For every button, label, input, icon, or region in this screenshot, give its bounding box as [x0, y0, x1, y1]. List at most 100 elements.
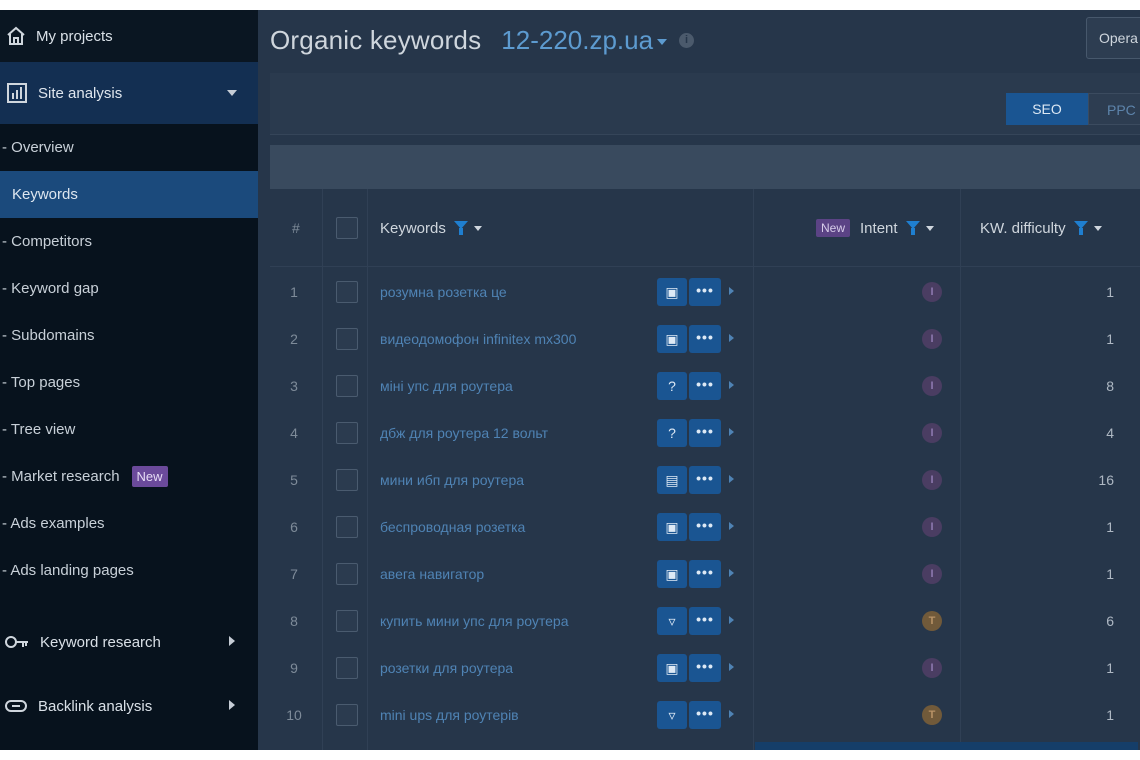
- keyword-link[interactable]: беспроводная розетка: [380, 519, 525, 535]
- sidebar-item[interactable]: - Competitors: [0, 218, 258, 265]
- chevron-right-icon[interactable]: [729, 334, 734, 342]
- column-header-intent[interactable]: New Intent: [816, 189, 934, 267]
- store-icon[interactable]: ▣: [657, 325, 687, 353]
- sidebar-item[interactable]: - Subdomains: [0, 312, 258, 359]
- row-checkbox[interactable]: [336, 328, 358, 350]
- more-icon[interactable]: •••: [689, 278, 721, 306]
- trophy-icon[interactable]: ▿: [657, 607, 687, 635]
- intent-badge: I: [922, 564, 942, 584]
- more-icon[interactable]: •••: [689, 466, 721, 494]
- chevron-down-icon[interactable]: [657, 39, 668, 45]
- ppc-toggle[interactable]: PPC: [1088, 93, 1140, 125]
- key-icon: [5, 636, 28, 648]
- more-icon[interactable]: •••: [689, 419, 721, 447]
- sidebar-keyword-research[interactable]: Keyword research: [0, 610, 258, 674]
- sidebar-item[interactable]: - Top pages: [0, 359, 258, 406]
- sidebar-site-analysis[interactable]: Site analysis: [0, 62, 258, 124]
- keyword-link[interactable]: міні упс для роутера: [380, 378, 513, 394]
- row-checkbox[interactable]: [336, 422, 358, 444]
- chevron-down-icon[interactable]: [1093, 225, 1102, 231]
- horizontal-scrollbar[interactable]: [755, 742, 1138, 750]
- more-icon[interactable]: •••: [689, 372, 721, 400]
- store-icon[interactable]: ▣: [657, 654, 687, 682]
- more-icon[interactable]: •••: [689, 607, 721, 635]
- domain-selector[interactable]: 12-220.zp.ua: [501, 25, 653, 56]
- row-checkbox[interactable]: [336, 657, 358, 679]
- row-checkbox[interactable]: [336, 516, 358, 538]
- row-number: 9: [290, 660, 298, 676]
- trophy-icon[interactable]: ▿: [657, 701, 687, 729]
- chevron-right-icon[interactable]: [729, 663, 734, 671]
- chevron-down-icon[interactable]: [925, 225, 934, 231]
- filter-icon[interactable]: [453, 221, 468, 235]
- sidebar-item[interactable]: - Tree view: [0, 406, 258, 453]
- main-content: Organic keywords 12-220.zp.ua i Opera SE…: [258, 10, 1140, 750]
- sidebar-separator: [0, 594, 258, 610]
- intent-badge: I: [922, 329, 942, 349]
- chevron-right-icon[interactable]: [729, 287, 734, 295]
- more-icon[interactable]: •••: [689, 654, 721, 682]
- more-icon[interactable]: •••: [689, 325, 721, 353]
- keyword-link[interactable]: мини ибп для роутера: [380, 472, 524, 488]
- sidebar-item[interactable]: - Keyword gap: [0, 265, 258, 312]
- store-icon[interactable]: ▣: [657, 560, 687, 588]
- filter-icon[interactable]: [1073, 221, 1088, 235]
- kd-value: 6: [1106, 613, 1114, 629]
- row-checkbox[interactable]: [336, 469, 358, 491]
- sidebar-item-label: - Ads examples: [2, 515, 105, 532]
- sidebar-item[interactable]: - Overview: [0, 124, 258, 171]
- more-icon[interactable]: •••: [689, 701, 721, 729]
- row-checkbox[interactable]: [336, 610, 358, 632]
- more-icon[interactable]: •••: [689, 513, 721, 541]
- question-icon[interactable]: ?: [657, 372, 687, 400]
- more-icon[interactable]: •••: [689, 560, 721, 588]
- kd-value: 1: [1106, 660, 1114, 676]
- chevron-right-icon[interactable]: [729, 616, 734, 624]
- page-title: Organic keywords: [270, 24, 482, 55]
- top-right-button[interactable]: Opera: [1086, 17, 1140, 59]
- store-icon[interactable]: ▣: [657, 513, 687, 541]
- kd-value: 1: [1106, 284, 1114, 300]
- keyword-link[interactable]: mini ups для роутерів: [380, 707, 519, 723]
- keyword-link[interactable]: авега навигатор: [380, 566, 484, 582]
- chat-icon[interactable]: ▤: [657, 466, 687, 494]
- chevron-right-icon[interactable]: [729, 428, 734, 436]
- column-header-kd[interactable]: KW. difficulty: [980, 189, 1102, 267]
- sidebar-backlink-analysis[interactable]: Backlink analysis: [0, 674, 258, 738]
- keyword-link[interactable]: розетки для роутера: [380, 660, 513, 676]
- info-icon[interactable]: i: [679, 32, 695, 48]
- keyword-link[interactable]: видеодомофон infinitex mx300: [380, 331, 576, 347]
- seo-toggle[interactable]: SEO: [1006, 93, 1088, 125]
- keyword-link[interactable]: купить мини упс для роутера: [380, 613, 568, 629]
- intent-badge: I: [922, 658, 942, 678]
- sidebar-item[interactable]: - Market research New: [0, 453, 258, 500]
- chevron-right-icon[interactable]: [729, 522, 734, 530]
- sidebar-item[interactable]: - Ads examples: [0, 500, 258, 547]
- chevron-right-icon[interactable]: [729, 381, 734, 389]
- chevron-down-icon: [227, 90, 237, 96]
- question-icon[interactable]: ?: [657, 419, 687, 447]
- sidebar-item[interactable]: - Ads landing pages: [0, 547, 258, 594]
- chevron-right-icon[interactable]: [729, 475, 734, 483]
- kd-value: 8: [1106, 378, 1114, 394]
- chevron-right-icon[interactable]: [729, 710, 734, 718]
- row-checkbox[interactable]: [336, 375, 358, 397]
- number-header-label: #: [292, 220, 300, 236]
- sidebar-item-label: - Market research: [2, 468, 120, 485]
- row-checkbox[interactable]: [336, 563, 358, 585]
- keyword-link[interactable]: дбж для роутера 12 вольт: [380, 425, 548, 441]
- select-all-checkbox[interactable]: [336, 217, 358, 239]
- chevron-right-icon[interactable]: [729, 569, 734, 577]
- sidebar-my-projects[interactable]: My projects: [0, 10, 258, 62]
- sidebar-item[interactable]: Keywords: [0, 171, 258, 218]
- chevron-right-icon: [229, 636, 235, 646]
- chevron-down-icon[interactable]: [473, 225, 482, 231]
- row-checkbox[interactable]: [336, 281, 358, 303]
- column-header-keywords[interactable]: Keywords: [380, 189, 482, 267]
- filter-icon[interactable]: [905, 221, 920, 235]
- store-icon[interactable]: ▣: [657, 278, 687, 306]
- row-checkbox[interactable]: [336, 704, 358, 726]
- site-analysis-icon: [7, 83, 27, 103]
- sidebar-item-label: - Keyword gap: [2, 280, 99, 297]
- keyword-link[interactable]: розумна розетка це: [380, 284, 507, 300]
